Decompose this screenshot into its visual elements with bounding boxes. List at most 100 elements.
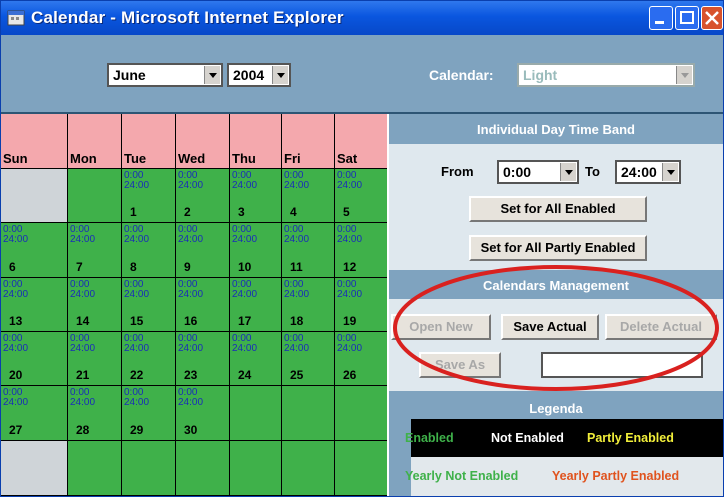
time-band-end: 24:00 <box>337 180 363 191</box>
day-cell[interactable]: 0:00 24:00 25 <box>282 332 334 385</box>
day-cell[interactable]: 0:00 24:00 11 <box>282 223 334 277</box>
day-number: 11 <box>290 260 303 274</box>
time-band-end: 24:00 <box>178 397 204 408</box>
day-cell[interactable]: 0:00 24:00 8 <box>122 223 175 277</box>
day-number: 19 <box>343 314 357 328</box>
legend-yearly-partly-enabled: Yearly Partly Enabled <box>552 469 680 483</box>
day-number: 9 <box>184 260 191 274</box>
time-band-end: 24:00 <box>178 234 204 245</box>
day-number: 13 <box>9 314 23 328</box>
weekday-header-sun: Sun <box>1 114 67 168</box>
time-band-end: 24:00 <box>124 289 150 300</box>
day-cell[interactable]: 0:00 24:00 6 <box>1 223 67 277</box>
ie-window-icon <box>7 10 25 26</box>
day-cell[interactable]: 0:00 24:00 28 <box>68 386 121 440</box>
calendar-select[interactable]: Light <box>517 63 695 87</box>
day-cell[interactable]: 0:00 24:00 5 <box>335 169 387 222</box>
chevron-down-icon[interactable] <box>676 66 692 84</box>
chevron-down-icon[interactable] <box>560 163 576 181</box>
empty-day-cell <box>176 441 229 495</box>
month-value: June <box>113 67 146 83</box>
weekday-label: Wed <box>178 151 206 166</box>
from-label: From <box>441 164 474 179</box>
weekday-header-fri: Fri <box>282 114 334 168</box>
day-cell[interactable]: 0:00 24:00 18 <box>282 278 334 331</box>
day-cell[interactable]: 0:00 24:00 27 <box>1 386 67 440</box>
time-band-end: 24:00 <box>284 289 310 300</box>
day-time-band: 0:00 24:00 <box>232 280 257 300</box>
day-cell[interactable]: 0:00 24:00 10 <box>230 223 281 277</box>
day-cell[interactable]: 0:00 24:00 13 <box>1 278 67 331</box>
day-number: 10 <box>238 260 252 274</box>
day-time-band: 0:00 24:00 <box>284 334 309 354</box>
maximize-button[interactable] <box>675 6 699 30</box>
day-cell[interactable]: 0:00 24:00 9 <box>176 223 229 277</box>
day-cell[interactable]: 0:00 24:00 29 <box>122 386 175 440</box>
day-cell[interactable]: 0:00 24:00 17 <box>230 278 281 331</box>
day-cell[interactable]: 0:00 24:00 12 <box>335 223 387 277</box>
time-band-panel: From 0:00 To 24:00 Set for All Enabled S… <box>389 144 723 270</box>
chevron-down-icon[interactable] <box>272 66 288 84</box>
day-cell[interactable]: 0:00 24:00 15 <box>122 278 175 331</box>
weekday-label: Mon <box>70 151 97 166</box>
day-cell[interactable]: 0:00 24:00 14 <box>68 278 121 331</box>
empty-day-cell <box>230 441 281 495</box>
time-band-end: 24:00 <box>70 397 96 408</box>
weekday-label: Sun <box>3 151 28 166</box>
day-time-band: 0:00 24:00 <box>70 388 95 408</box>
day-cell[interactable]: 0:00 24:00 22 <box>122 332 175 385</box>
time-band-end: 24:00 <box>232 234 258 245</box>
day-number: 15 <box>130 314 144 328</box>
from-time-select[interactable]: 0:00 <box>497 160 579 184</box>
day-cell[interactable]: 0:00 24:00 1 <box>122 169 175 222</box>
highlight-ellipse <box>393 265 719 391</box>
day-number: 20 <box>9 368 23 382</box>
day-cell[interactable]: 0:00 24:00 3 <box>230 169 281 222</box>
day-cell[interactable]: 0:00 24:00 2 <box>176 169 229 222</box>
day-cell[interactable]: 0:00 24:00 4 <box>282 169 334 222</box>
weekday-label: Thu <box>232 151 256 166</box>
time-band-end: 24:00 <box>70 289 96 300</box>
day-cell[interactable]: 0:00 24:00 21 <box>68 332 121 385</box>
month-calendar-grid: Sun Mon Tue Wed Thu Fri Sat 0:00 24:00 1 0:00 24:00… <box>1 114 387 496</box>
day-cell[interactable]: 0:00 24:00 7 <box>68 223 121 277</box>
day-time-band: 0:00 24:00 <box>3 280 28 300</box>
day-time-band: 0:00 24:00 <box>178 280 203 300</box>
empty-day-cell <box>1 169 67 222</box>
set-all-partly-enabled-button[interactable]: Set for All Partly Enabled <box>469 235 647 261</box>
day-cell[interactable]: 0:00 24:00 16 <box>176 278 229 331</box>
set-all-enabled-button[interactable]: Set for All Enabled <box>469 196 647 222</box>
chevron-down-icon[interactable] <box>204 66 220 84</box>
day-time-band: 0:00 24:00 <box>124 171 149 191</box>
year-select[interactable]: 2004 <box>227 63 291 87</box>
time-band-end: 24:00 <box>284 234 310 245</box>
day-cell[interactable]: 0:00 24:00 24 <box>230 332 281 385</box>
minimize-button[interactable] <box>649 6 673 30</box>
minimize-icon <box>655 21 664 24</box>
title-bar[interactable]: Calendar - Microsoft Internet Explorer <box>1 1 723 35</box>
month-select[interactable]: June <box>107 63 223 87</box>
day-time-band: 0:00 24:00 <box>124 334 149 354</box>
to-time-select[interactable]: 24:00 <box>615 160 681 184</box>
time-band-end: 24:00 <box>3 234 29 245</box>
day-cell[interactable]: 0:00 24:00 20 <box>1 332 67 385</box>
close-button[interactable] <box>701 6 723 30</box>
day-time-band: 0:00 24:00 <box>232 225 257 245</box>
day-time-band: 0:00 24:00 <box>337 334 362 354</box>
day-number: 12 <box>343 260 357 274</box>
calendar-label: Calendar: <box>429 67 494 83</box>
empty-day-cell <box>282 441 334 495</box>
time-band-end: 24:00 <box>3 397 29 408</box>
day-cell[interactable]: 0:00 24:00 26 <box>335 332 387 385</box>
day-cell[interactable]: 0:00 24:00 19 <box>335 278 387 331</box>
chevron-down-icon[interactable] <box>662 163 678 181</box>
day-cell[interactable]: 0:00 24:00 23 <box>176 332 229 385</box>
day-time-band: 0:00 24:00 <box>284 280 309 300</box>
day-number: 7 <box>76 260 83 274</box>
day-time-band: 0:00 24:00 <box>70 334 95 354</box>
time-band-end: 24:00 <box>178 343 204 354</box>
time-band-end: 24:00 <box>284 343 310 354</box>
day-cell[interactable]: 0:00 24:00 30 <box>176 386 229 440</box>
day-time-band: 0:00 24:00 <box>124 388 149 408</box>
day-number: 29 <box>130 423 144 437</box>
